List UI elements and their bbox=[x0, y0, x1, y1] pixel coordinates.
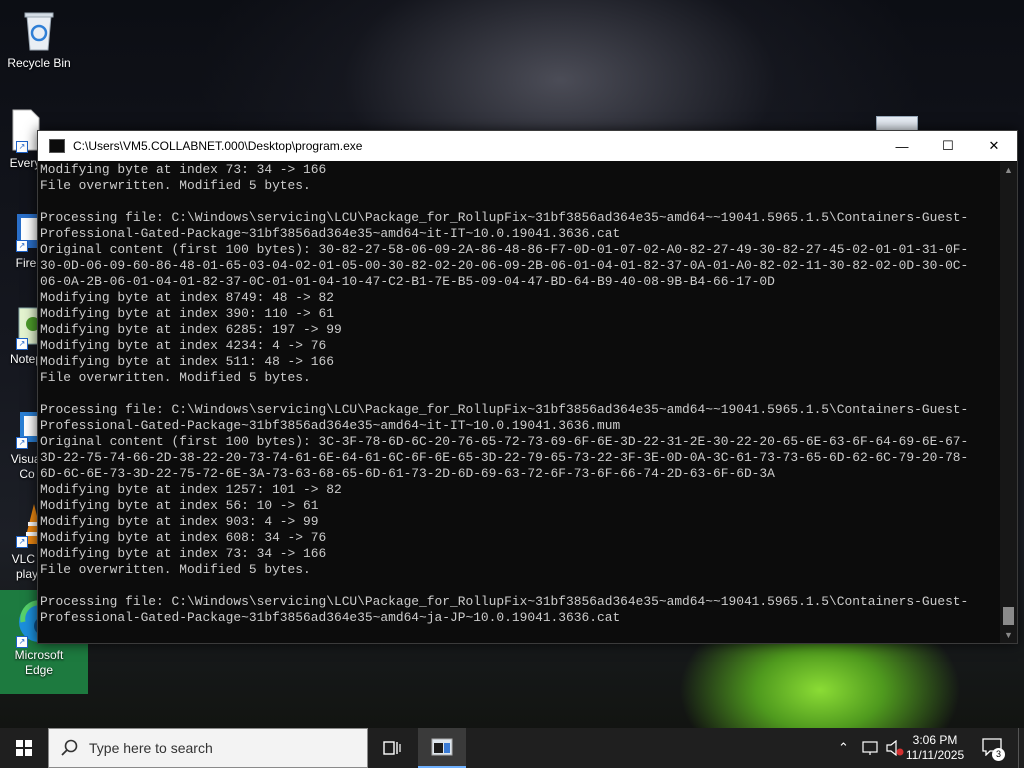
taskbar-search-box[interactable]: Type here to search bbox=[48, 728, 368, 768]
clock-time: 3:06 PM bbox=[912, 733, 958, 747]
window-title: C:\Users\VM5.COLLABNET.000\Desktop\progr… bbox=[73, 139, 363, 153]
desktop-icon-label: Microsoft Edge bbox=[14, 648, 64, 677]
close-button[interactable]: ✕ bbox=[971, 131, 1017, 161]
console-line: Original content (first 100 bytes): 3C-3… bbox=[40, 434, 969, 449]
recycle-bin-icon bbox=[24, 12, 54, 51]
show-desktop-button[interactable] bbox=[1018, 728, 1024, 768]
console-line: Professional-Gated-Package~31bf3856ad364… bbox=[40, 610, 621, 625]
window-titlebar[interactable]: C:\Users\VM5.COLLABNET.000\Desktop\progr… bbox=[38, 131, 1017, 161]
console-line: Modifying byte at index 8749: 48 -> 82 bbox=[40, 290, 334, 305]
console-app-icon bbox=[49, 139, 65, 153]
console-app-icon bbox=[431, 738, 453, 756]
console-line: Processing file: C:\Windows\servicing\LC… bbox=[40, 594, 969, 609]
windows-logo-icon bbox=[16, 740, 32, 756]
task-view-button[interactable] bbox=[368, 728, 416, 768]
taskbar-clock[interactable]: 3:06 PM 11/11/2025 bbox=[902, 733, 968, 763]
console-line: 30-0D-06-09-60-86-48-01-65-03-04-02-01-0… bbox=[40, 258, 969, 273]
vertical-scrollbar[interactable]: ▲ ▼ bbox=[1000, 162, 1017, 643]
console-line: Modifying byte at index 4234: 4 -> 76 bbox=[40, 338, 327, 353]
console-line: Modifying byte at index 511: 48 -> 166 bbox=[40, 354, 334, 369]
shortcut-arrow-icon: ↗ bbox=[16, 240, 28, 252]
console-line: Processing file: C:\Windows\servicing\LC… bbox=[40, 210, 969, 225]
shortcut-arrow-icon: ↗ bbox=[16, 141, 28, 153]
clock-date: 11/11/2025 bbox=[905, 748, 965, 762]
minimize-button[interactable]: — bbox=[879, 131, 925, 161]
console-line: 3D-22-75-74-66-2D-38-22-20-73-74-61-6E-6… bbox=[40, 450, 969, 465]
console-line: File overwritten. Modified 5 bytes. bbox=[40, 370, 311, 385]
console-line: Modifying byte at index 56: 10 -> 61 bbox=[40, 498, 319, 513]
console-line: Modifying byte at index 73: 34 -> 166 bbox=[40, 546, 327, 561]
taskbar-app-console[interactable] bbox=[418, 728, 466, 768]
network-icon[interactable] bbox=[862, 740, 880, 756]
console-line: Modifying byte at index 390: 110 -> 61 bbox=[40, 306, 334, 321]
console-window[interactable]: C:\Users\VM5.COLLABNET.000\Desktop\progr… bbox=[37, 130, 1018, 644]
console-line: File overwritten. Modified 5 bytes. bbox=[40, 562, 311, 577]
desktop-icon-label: Fire bbox=[15, 256, 37, 270]
console-line: Modifying byte at index 73: 34 -> 166 bbox=[40, 162, 327, 177]
shortcut-arrow-icon: ↗ bbox=[16, 636, 28, 648]
desktop-icon-label: Every bbox=[9, 156, 41, 170]
shortcut-arrow-icon: ↗ bbox=[16, 536, 28, 548]
taskbar: Type here to search ⌃ 3:06 PM 11/11/2025… bbox=[0, 728, 1024, 768]
console-line: 06-0A-2B-06-01-04-01-82-37-0C-01-01-04-1… bbox=[40, 274, 775, 289]
search-placeholder: Type here to search bbox=[89, 740, 213, 756]
console-line: Professional-Gated-Package~31bf3856ad364… bbox=[40, 418, 621, 433]
task-view-icon bbox=[383, 741, 401, 755]
search-icon bbox=[61, 739, 78, 756]
console-line: Modifying byte at index 903: 4 -> 99 bbox=[40, 514, 319, 529]
console-line: Original content (first 100 bytes): 30-8… bbox=[40, 242, 969, 257]
desktop-icon-label: Recycle Bin bbox=[7, 56, 71, 70]
console-line: Processing file: C:\Windows\servicing\LC… bbox=[40, 402, 969, 417]
scrollbar-thumb[interactable] bbox=[1003, 607, 1014, 625]
notification-center-button[interactable]: 3 bbox=[980, 736, 1005, 761]
console-output[interactable]: Modifying byte at index 73: 34 -> 166 Fil… bbox=[40, 162, 1000, 643]
show-hidden-icons-chevron-icon[interactable]: ⌃ bbox=[838, 740, 849, 756]
shortcut-arrow-icon: ↗ bbox=[16, 437, 28, 449]
maximize-button[interactable]: ☐ bbox=[925, 131, 971, 161]
console-line: Modifying byte at index 1257: 101 -> 82 bbox=[40, 482, 342, 497]
scroll-down-arrow-icon[interactable]: ▼ bbox=[1000, 627, 1017, 643]
console-line: File overwritten. Modified 5 bytes. bbox=[40, 178, 311, 193]
start-button[interactable] bbox=[0, 728, 48, 768]
shortcut-arrow-icon: ↗ bbox=[16, 338, 28, 350]
notification-count-badge: 3 bbox=[992, 748, 1005, 761]
scroll-up-arrow-icon[interactable]: ▲ bbox=[1000, 162, 1017, 178]
console-line: Modifying byte at index 6285: 197 -> 99 bbox=[40, 322, 342, 337]
desktop-icon-recycle-bin[interactable]: Recycle Bin bbox=[0, 8, 78, 71]
console-line: Modifying byte at index 608: 34 -> 76 bbox=[40, 530, 327, 545]
console-line: 6D-6C-6E-73-3D-22-75-72-6E-3A-73-63-68-6… bbox=[40, 466, 775, 481]
console-line: Professional-Gated-Package~31bf3856ad364… bbox=[40, 226, 621, 241]
